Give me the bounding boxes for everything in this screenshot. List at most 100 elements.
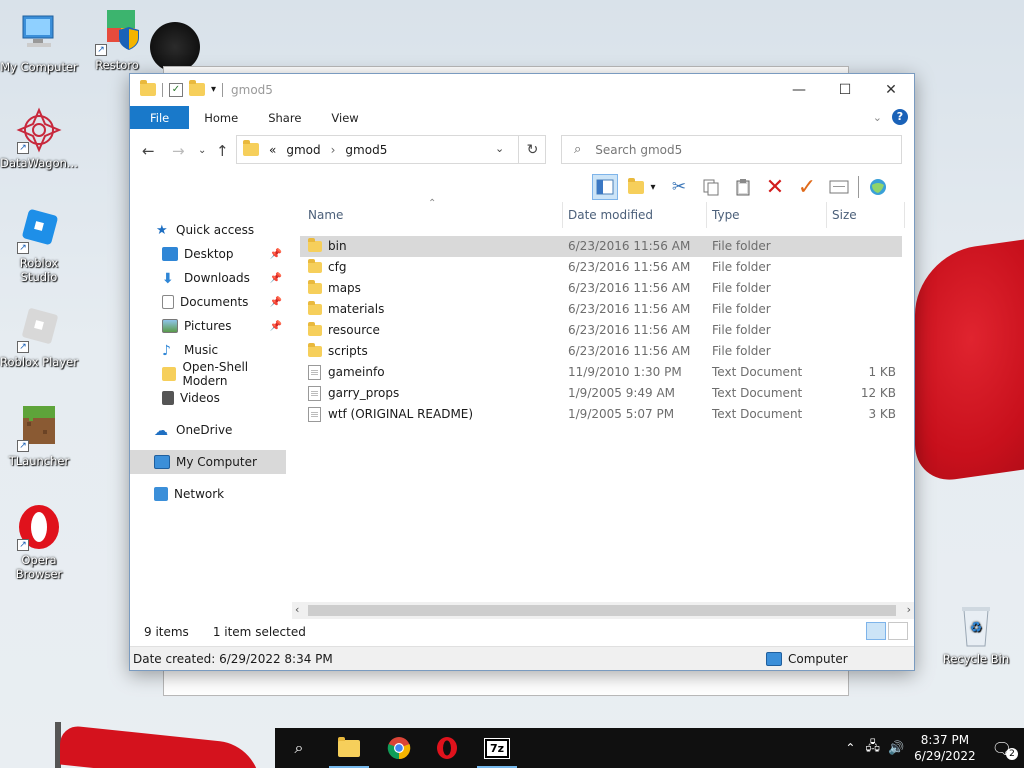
minimize-button[interactable]: — (776, 74, 822, 105)
desktop-icon-my-computer[interactable]: My Computer (0, 10, 78, 74)
file-date-modified: 6/23/2016 11:56 AM (568, 239, 691, 253)
delete-icon[interactable]: ✕ (762, 174, 788, 200)
file-row[interactable]: materials 6/23/2016 11:56 AM File folder (300, 299, 902, 320)
customize-toolbar-chevron-icon[interactable]: ▾ (211, 84, 216, 95)
taskbar-7zip[interactable]: 7z (473, 728, 521, 768)
maximize-button[interactable]: ☐ (822, 74, 868, 105)
nav-videos[interactable]: Videos (130, 386, 286, 410)
pin-icon[interactable]: 📌 (270, 297, 282, 308)
tab-home[interactable]: Home (189, 106, 253, 129)
file-row[interactable]: bin 6/23/2016 11:56 AM File folder (300, 236, 902, 257)
file-row[interactable]: wtf (ORIGINAL README) 1/9/2005 5:07 PM Tex… (300, 404, 902, 425)
large-icons-view-icon[interactable] (888, 622, 908, 640)
volume-icon[interactable]: 🔊 (888, 741, 904, 756)
copy-icon[interactable] (698, 174, 724, 200)
horizontal-scrollbar[interactable]: ‹ › (292, 602, 914, 619)
new-folder-icon[interactable] (189, 80, 205, 96)
expand-ribbon-chevron-icon[interactable]: ⌄ (873, 111, 882, 124)
folder-icon (308, 280, 322, 294)
forward-arrow-icon[interactable]: → (172, 142, 185, 160)
file-row[interactable]: garry_props 1/9/2005 9:49 AM Text Document… (300, 383, 902, 404)
explorer-window[interactable]: ✓ ▾ gmod5 — ☐ ✕ File Home Share View ⌄ ?… (129, 73, 915, 671)
pin-icon[interactable]: 📌 (270, 273, 282, 284)
scroll-right-icon[interactable]: › (907, 603, 911, 616)
nav-music[interactable]: ♪ Music (130, 338, 286, 362)
breadcrumb-gmod[interactable]: gmod (286, 143, 320, 157)
file-row[interactable]: maps 6/23/2016 11:56 AM File folder (300, 278, 902, 299)
taskbar-opera[interactable] (423, 728, 471, 768)
folder-options-icon[interactable]: ▾ (624, 174, 660, 200)
desktop-icon-recycle-bin[interactable]: ♻ Recycle Bin (937, 602, 1015, 666)
search-input[interactable]: ⌕ Search gmod5 (561, 135, 902, 164)
refresh-icon[interactable]: ↻ (518, 135, 546, 164)
nav-open-shell[interactable]: Open-Shell Modern (130, 360, 286, 388)
scrollbar-thumb[interactable] (308, 605, 896, 616)
nav-documents[interactable]: Documents 📌 (130, 290, 286, 314)
back-arrow-icon[interactable]: ← (142, 142, 155, 160)
paste-icon[interactable] (730, 174, 756, 200)
tab-share[interactable]: Share (253, 106, 316, 129)
file-row[interactable]: resource 6/23/2016 11:56 AM File folder (300, 320, 902, 341)
breadcrumb-separator-icon[interactable]: › (331, 143, 336, 157)
desktop-icon-roblox-studio[interactable]: ↗ Roblox Studio (0, 206, 78, 284)
scroll-left-icon[interactable]: ‹ (295, 603, 299, 616)
column-header-size[interactable]: Size (832, 202, 857, 228)
file-row[interactable]: scripts 6/23/2016 11:56 AM File folder (300, 341, 902, 362)
nav-quick-access[interactable]: ★ Quick access (130, 218, 286, 242)
properties-icon[interactable] (826, 174, 852, 200)
address-dropdown-chevron-icon[interactable]: ⌄ (495, 142, 504, 155)
nav-network[interactable]: Network (130, 482, 286, 506)
taskbar-chrome[interactable] (375, 728, 423, 768)
desktop-icon-tlauncher[interactable]: ↗ TLauncher (0, 404, 78, 468)
date-created: Date created: 6/29/2022 8:34 PM (133, 651, 333, 666)
breadcrumb-overflow[interactable]: « (269, 143, 276, 157)
close-button[interactable]: ✕ (868, 74, 914, 105)
clock[interactable]: 8:37 PM 6/29/2022 (914, 732, 976, 764)
tab-view[interactable]: View (316, 106, 373, 129)
breadcrumb-gmod5[interactable]: gmod5 (345, 143, 387, 157)
navigation-pane-icon[interactable] (592, 174, 618, 200)
up-arrow-icon[interactable]: ↑ (216, 142, 229, 160)
recent-locations-chevron-icon[interactable]: ⌄ (198, 145, 206, 156)
file-row[interactable]: gameinfo 11/9/2010 1:30 PM Text Document 1 … (300, 362, 902, 383)
nav-desktop[interactable]: Desktop 📌 (130, 242, 286, 266)
nav-pictures[interactable]: Pictures 📌 (130, 314, 286, 338)
column-header-date-modified[interactable]: Date modified (568, 202, 653, 228)
desktop-icon-opera[interactable]: ↗ Opera Browser (0, 503, 78, 581)
tab-file[interactable]: File (130, 106, 190, 129)
title-bar[interactable]: ✓ ▾ gmod5 — ☐ ✕ (130, 74, 914, 105)
file-type: File folder (712, 344, 771, 358)
file-date-modified: 6/23/2016 11:56 AM (568, 344, 691, 358)
details-bar: Date created: 6/29/2022 8:34 PM Computer (130, 646, 914, 670)
nav-downloads[interactable]: ⬇ Downloads 📌 (130, 266, 286, 290)
column-header-type[interactable]: Type (712, 202, 740, 228)
globe-icon[interactable] (865, 174, 891, 200)
rename-check-icon[interactable]: ✓ (794, 174, 820, 200)
taskbar-search-button[interactable]: ⌕ (275, 728, 323, 768)
desktop-icon-restoro[interactable]: ↗ Restoro (78, 8, 156, 72)
network-icon[interactable]: 🖧 (865, 737, 880, 759)
properties-check-icon[interactable]: ✓ (169, 82, 183, 97)
file-date-modified: 6/23/2016 11:56 AM (568, 323, 691, 337)
item-count: 9 items (144, 625, 189, 639)
nav-onedrive[interactable]: ☁ OneDrive (130, 418, 286, 442)
pin-icon[interactable]: 📌 (270, 321, 282, 332)
action-center-icon[interactable]: 🗨 2 (992, 739, 1018, 760)
desktop-icon-roblox-player[interactable]: ↗ Roblox Player (0, 305, 78, 369)
nav-my-computer[interactable]: My Computer (130, 450, 286, 474)
address-row: ← → ⌄ ↑ « gmod › gmod5 ⌄ ↻ ⌕ Search gmod… (130, 134, 914, 166)
film-icon (162, 391, 174, 405)
taskbar-file-explorer[interactable] (325, 728, 373, 768)
file-row[interactable]: cfg 6/23/2016 11:56 AM File folder (300, 257, 902, 278)
chrome-icon (387, 737, 411, 760)
desktop-icon-datawagon[interactable]: ↗ DataWagon... (0, 106, 78, 170)
cut-icon[interactable]: ✂ (666, 174, 692, 200)
window-title: gmod5 (231, 82, 273, 97)
details-view-icon[interactable] (866, 622, 886, 640)
pin-icon[interactable]: 📌 (270, 249, 282, 260)
help-icon[interactable]: ? (892, 109, 908, 125)
column-header-name[interactable]: Name (308, 202, 343, 228)
shortcut-arrow-icon: ↗ (17, 341, 29, 353)
file-type: Text Document (712, 365, 803, 379)
show-hidden-icons-chevron-icon[interactable]: ⌃ (845, 741, 855, 755)
